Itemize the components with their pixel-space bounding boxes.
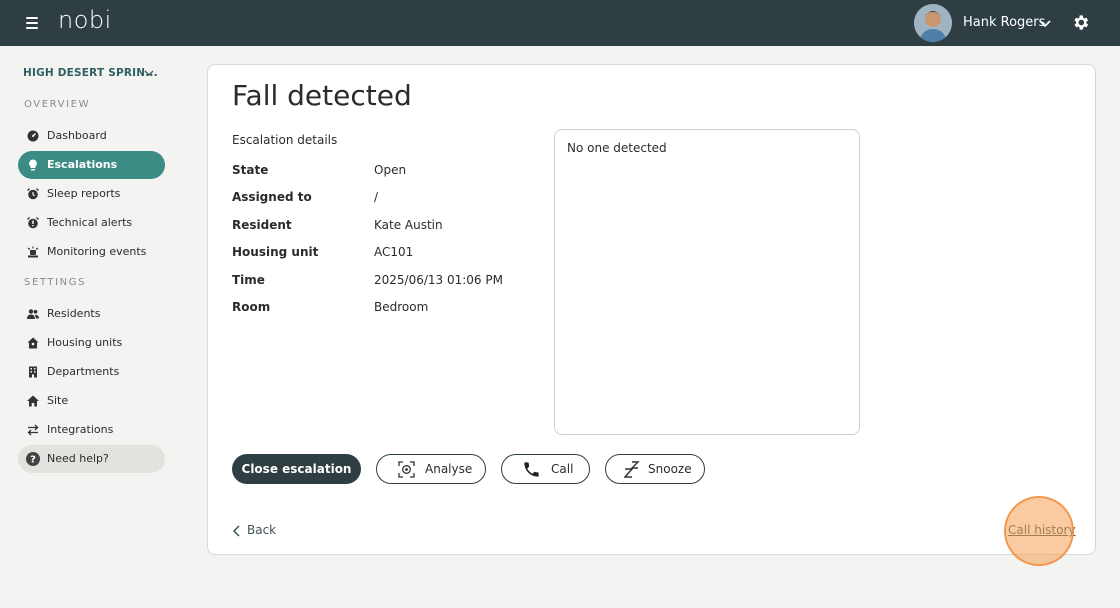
detection-status: No one detected bbox=[567, 141, 667, 155]
chevron-left-icon bbox=[232, 525, 240, 537]
sidebar-item-label: Technical alerts bbox=[47, 216, 133, 229]
detail-value-room: Bedroom bbox=[374, 300, 429, 314]
settings-section-label: SETTINGS bbox=[24, 277, 87, 288]
sidebar-item-label: Monitoring events bbox=[47, 245, 147, 258]
chevron-down-icon bbox=[144, 70, 154, 76]
detail-label-assigned: Assigned to bbox=[232, 190, 312, 204]
sidebar-item-label: Site bbox=[47, 394, 69, 407]
analyse-label: Analyse bbox=[425, 462, 473, 476]
menu-icon[interactable] bbox=[26, 17, 38, 29]
sidebar-item-sleep-reports[interactable]: Sleep reports bbox=[18, 180, 165, 208]
building-icon bbox=[29, 366, 37, 378]
home-icon bbox=[27, 395, 39, 407]
siren-icon bbox=[27, 217, 39, 229]
svg-text:?: ? bbox=[30, 455, 36, 466]
overview-section-label: OVERVIEW bbox=[24, 99, 91, 110]
site-selector[interactable]: HIGH DESERT SPRIN... bbox=[23, 66, 163, 82]
sidebar-item-departments[interactable]: Departments bbox=[18, 358, 165, 386]
analyse-button[interactable]: Analyse bbox=[376, 454, 486, 484]
call-button[interactable]: Call bbox=[501, 454, 590, 484]
sidebar-item-label: Housing units bbox=[47, 336, 123, 349]
sidebar-item-label: Residents bbox=[47, 307, 101, 320]
sidebar-item-label: Dashboard bbox=[47, 129, 107, 142]
back-label: Back bbox=[247, 523, 277, 537]
user-name[interactable]: Hank Rogers bbox=[963, 15, 1045, 30]
gear-icon[interactable] bbox=[1071, 13, 1090, 32]
details-heading: Escalation details bbox=[232, 133, 338, 147]
snooze-button[interactable]: Snooze bbox=[605, 454, 705, 484]
phone-icon bbox=[524, 462, 539, 477]
close-escalation-button[interactable]: Close escalation bbox=[232, 454, 361, 484]
top-bar: nobi Hank Rogers bbox=[0, 0, 1120, 46]
snooze-label: Snooze bbox=[648, 462, 692, 476]
call-history-link[interactable]: Call history bbox=[1008, 523, 1076, 537]
sidebar-item-technical-alerts[interactable]: Technical alerts bbox=[18, 209, 165, 237]
gauge-icon bbox=[27, 130, 39, 142]
sidebar-item-housing-units[interactable]: Housing units bbox=[18, 329, 165, 357]
close-escalation-label: Close escalation bbox=[241, 462, 352, 476]
site-name: HIGH DESERT SPRIN... bbox=[23, 67, 158, 79]
detail-label-time: Time bbox=[232, 273, 265, 287]
sidebar-item-escalations[interactable]: Escalations bbox=[18, 151, 165, 179]
call-label: Call bbox=[551, 462, 574, 476]
sidebar-item-dashboard[interactable]: Dashboard bbox=[18, 122, 165, 150]
nobi-logo[interactable]: nobi bbox=[58, 6, 112, 34]
sidebar-item-label: Departments bbox=[47, 365, 120, 378]
alarm-clock-icon bbox=[27, 188, 39, 200]
detail-label-state: State bbox=[232, 163, 269, 177]
detail-label-housing-unit: Housing unit bbox=[232, 245, 319, 259]
need-help-label: Need help? bbox=[47, 452, 109, 465]
detail-value-resident: Kate Austin bbox=[374, 218, 443, 232]
sidebar-item-label: Integrations bbox=[47, 423, 114, 436]
detection-view: No one detected bbox=[554, 129, 860, 435]
detail-value-time: 2025/06/13 01:06 PM bbox=[374, 273, 503, 287]
sidebar-item-site[interactable]: Site bbox=[18, 387, 165, 415]
escalation-card: Fall detected Escalation details State O… bbox=[207, 64, 1096, 555]
lightbulb-icon bbox=[29, 159, 37, 171]
page-title: Fall detected bbox=[232, 79, 412, 112]
back-link[interactable]: Back bbox=[232, 523, 278, 539]
help-icon: ? bbox=[26, 452, 40, 466]
sidebar-item-integrations[interactable]: Integrations bbox=[18, 416, 165, 444]
detail-label-resident: Resident bbox=[232, 218, 292, 232]
arrows-icon bbox=[27, 424, 39, 436]
need-help-button[interactable]: ? Need help? bbox=[18, 445, 165, 473]
detail-label-room: Room bbox=[232, 300, 271, 314]
monitoring-icon bbox=[27, 246, 39, 258]
detail-value-housing-unit: AC101 bbox=[374, 245, 414, 259]
sidebar: HIGH DESERT SPRIN... OVERVIEW Dashboard … bbox=[0, 46, 190, 608]
detail-value-assigned: / bbox=[374, 190, 379, 204]
snooze-icon bbox=[624, 461, 640, 478]
sidebar-item-label: Escalations bbox=[47, 158, 118, 171]
chevron-down-icon[interactable] bbox=[1038, 16, 1052, 30]
house-icon bbox=[27, 337, 39, 349]
analyse-icon bbox=[398, 461, 415, 478]
detail-value-state: Open bbox=[374, 163, 407, 177]
sidebar-item-residents[interactable]: Residents bbox=[18, 300, 165, 328]
people-icon bbox=[27, 309, 39, 319]
avatar[interactable] bbox=[914, 4, 952, 42]
sidebar-item-label: Sleep reports bbox=[47, 187, 121, 200]
sidebar-item-monitoring-events[interactable]: Monitoring events bbox=[18, 238, 165, 266]
